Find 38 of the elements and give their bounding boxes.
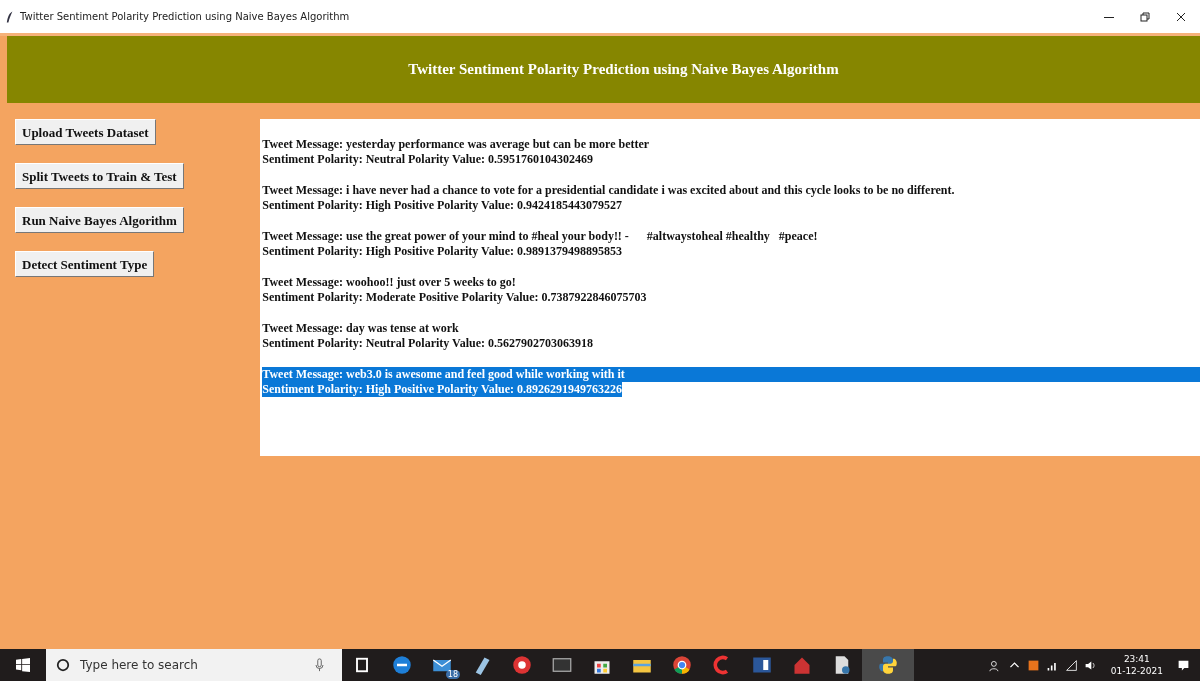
feather-icon xyxy=(6,10,14,23)
tweet-message: Tweet Message: i have never had a chance to vote for a presidential candidate i was excited about and this cycle looks to be no different. xyxy=(262,183,956,198)
tray-app-icon[interactable] xyxy=(1026,658,1040,672)
action-button[interactable]: Run Naive Bayes Algorithm xyxy=(15,207,184,233)
tweet-message: Tweet Message: yesterday performance was average but can be more better xyxy=(262,137,651,152)
chrome-icon[interactable] xyxy=(672,655,692,675)
sentiment-polarity: Sentiment Polarity: High Positive Polarity Value: 0.9424185443079527 xyxy=(262,198,622,213)
clock-date[interactable]: 01-12-2021 xyxy=(1110,665,1163,677)
action-button[interactable]: Split Tweets to Train & Test xyxy=(15,163,184,189)
mail-badge: 18 xyxy=(445,670,460,679)
python-app-button[interactable] xyxy=(862,649,914,681)
search-field[interactable]: Type here to search xyxy=(46,649,342,681)
word-icon[interactable] xyxy=(752,655,772,675)
tweet-message: Tweet Message: web3.0 is awesome and feel good while working with it xyxy=(262,367,1200,382)
cortana-icon xyxy=(56,658,70,672)
action-button[interactable]: Upload Tweets Dataset xyxy=(15,119,156,145)
python-icon xyxy=(878,655,898,675)
sentiment-polarity: Sentiment Polarity: Moderate Positive Polarity Value: 0.7387922846075703 xyxy=(262,290,647,305)
microphone-icon[interactable] xyxy=(315,658,324,672)
notification-icon[interactable] xyxy=(1177,658,1190,672)
tweet-message: Tweet Message: use the great power of your mind to #heal your body!! - #altwaystoheal #healthy #peace! xyxy=(262,229,819,244)
sentiment-polarity: Sentiment Polarity: High Positive Polarity Value: 0.9891379498895853 xyxy=(262,244,622,259)
restore-icon[interactable] xyxy=(1140,11,1150,22)
app-icon[interactable] xyxy=(512,655,532,675)
sentiment-polarity: Sentiment Polarity: Neutral Polarity Value: 0.5951760104302469 xyxy=(262,152,593,167)
tweet-message: Tweet Message: woohoo!! just over 5 weeks to go! xyxy=(262,275,517,290)
terminal-icon[interactable] xyxy=(552,655,572,675)
sentiment-polarity: Sentiment Polarity: High Positive Polarity Value: 0.8926291949763226 xyxy=(262,382,622,397)
tweet-message: Tweet Message: day was tense at work xyxy=(262,321,460,336)
windows-start-icon[interactable] xyxy=(16,658,30,672)
sentiment-polarity: Sentiment Polarity: Neutral Polarity Value: 0.5627902703063918 xyxy=(262,336,593,351)
close-icon[interactable] xyxy=(1176,11,1186,22)
app-title: Twitter Sentiment Polarity Prediction using Naive Bayes Algorithm xyxy=(407,61,839,78)
browser-icon[interactable] xyxy=(392,655,412,675)
clock-time[interactable]: 23:41 xyxy=(1123,653,1150,665)
action-button[interactable]: Detect Sentiment Type xyxy=(15,251,155,277)
window-title: Twitter Sentiment Polarity Prediction using Naive Bayes Algorithm xyxy=(20,11,350,22)
wifi-icon[interactable] xyxy=(1064,658,1078,672)
